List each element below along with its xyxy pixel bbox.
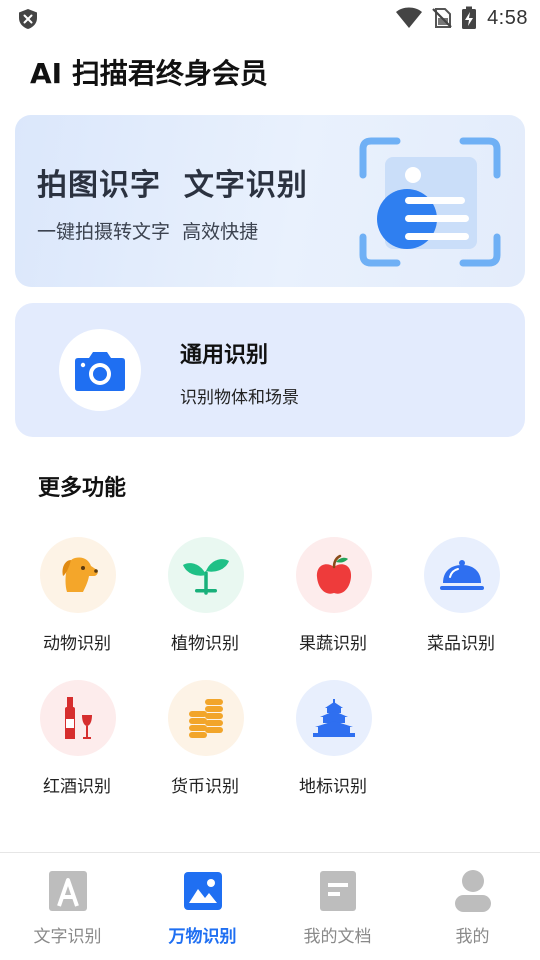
- feature-dish[interactable]: 菜品识别: [406, 537, 516, 657]
- tab-icon-wrap: [47, 869, 89, 913]
- tab-icon-wrap: [182, 869, 224, 913]
- tab-icon-wrap: [452, 869, 494, 913]
- tab-text-recognition[interactable]: 文字识别: [0, 853, 135, 960]
- apple-icon: [316, 554, 352, 594]
- clock-time: 4:58: [487, 6, 528, 29]
- no-sim-icon: [432, 8, 452, 28]
- feature-icon-badge: [168, 680, 244, 756]
- tab-label: 我的: [455, 927, 490, 947]
- temple-landmark-icon: [313, 699, 355, 737]
- feature-label: 地标识别: [299, 777, 367, 797]
- feature-currency[interactable]: 货币识别: [150, 680, 260, 800]
- battery-charging-icon: [462, 6, 477, 29]
- feature-label: 植物识别: [171, 634, 239, 654]
- shield-icon: [19, 9, 37, 29]
- feature-animal[interactable]: 动物识别: [22, 537, 132, 657]
- document-scan-icon: [359, 137, 501, 267]
- tab-my-documents[interactable]: 我的文档: [270, 853, 405, 960]
- tab-label: 万物识别: [168, 927, 237, 947]
- tab-label: 文字识别: [33, 927, 102, 947]
- feature-label: 果蔬识别: [299, 634, 367, 654]
- tab-me[interactable]: 我的: [405, 853, 540, 960]
- feature-label: 红酒识别: [43, 777, 111, 797]
- feature-icon-badge: [424, 537, 500, 613]
- page-title: AI 扫描君终身会员: [30, 57, 268, 90]
- section-title-more-features: 更多功能: [38, 476, 127, 501]
- wifi-icon: [396, 7, 423, 28]
- tab-icon-wrap: [317, 869, 359, 913]
- text-a-icon: [49, 871, 87, 911]
- card-title: 通用识别: [180, 343, 269, 368]
- feature-fruit-veg[interactable]: 果蔬识别: [278, 537, 388, 657]
- feature-wine[interactable]: 红酒识别: [22, 680, 132, 800]
- feature-landmark[interactable]: 地标识别: [278, 680, 388, 800]
- document-icon: [320, 871, 356, 911]
- tab-label: 我的文档: [303, 927, 372, 947]
- dog-icon: [62, 557, 98, 592]
- feature-label: 动物识别: [43, 634, 111, 654]
- banner-subtitle: 一键拍摄转文字 高效快捷: [37, 221, 259, 243]
- coins-icon: [189, 699, 223, 738]
- feature-icon-badge: [40, 537, 116, 613]
- feature-icon-badge: [296, 680, 372, 756]
- promo-banner[interactable]: 拍图识字 文字识别 一键拍摄转文字 高效快捷: [15, 115, 525, 287]
- feature-label: 菜品识别: [427, 634, 495, 654]
- person-icon: [455, 870, 491, 912]
- feature-icon-badge: [40, 680, 116, 756]
- camera-icon: [75, 352, 125, 391]
- food-cloche-icon: [440, 560, 484, 590]
- bottom-tab-bar: 文字识别 万物识别 我的文档 我的: [0, 852, 540, 960]
- banner-title: 拍图识字 文字识别: [37, 168, 308, 203]
- tab-object-recognition[interactable]: 万物识别: [135, 853, 270, 960]
- image-icon: [184, 872, 222, 910]
- feature-icon-badge: [296, 537, 372, 613]
- feature-icon-badge: [168, 537, 244, 613]
- feature-plant[interactable]: 植物识别: [150, 537, 260, 657]
- feature-label: 货币识别: [171, 777, 239, 797]
- general-recognition-card[interactable]: 通用识别 识别物体和场景: [15, 303, 525, 437]
- sprout-icon: [183, 559, 229, 595]
- card-subtitle: 识别物体和场景: [180, 388, 299, 408]
- status-bar: 4:58: [0, 0, 540, 38]
- wine-icon: [65, 697, 92, 739]
- camera-icon-badge: [59, 329, 141, 411]
